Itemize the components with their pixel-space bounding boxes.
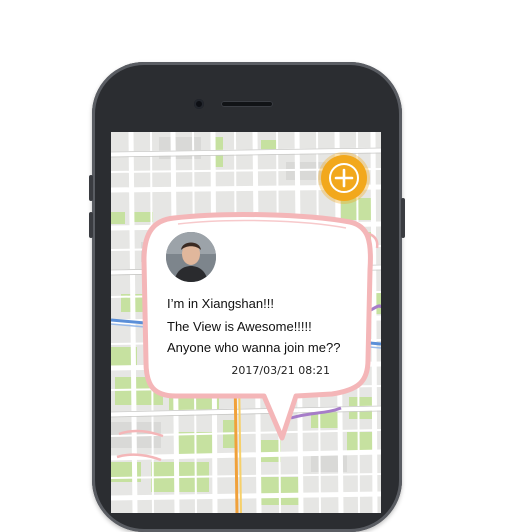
volume-up-button xyxy=(89,175,93,201)
post-text-line-3: Anyone who wanna join me?? xyxy=(167,340,341,355)
post-timestamp: 2017/03/21 08:21 xyxy=(231,364,330,377)
post-text-line-1: I’m in Xiangshan!!! xyxy=(167,296,274,311)
front-camera xyxy=(194,99,204,109)
power-button xyxy=(401,198,405,238)
volume-down-button xyxy=(89,212,93,238)
user-avatar[interactable] xyxy=(166,232,216,282)
post-text-line-2: The View is Awesome!!!!! xyxy=(167,319,312,334)
plus-icon xyxy=(329,163,359,193)
earpiece-speaker xyxy=(221,101,273,107)
add-post-button[interactable] xyxy=(321,155,367,201)
